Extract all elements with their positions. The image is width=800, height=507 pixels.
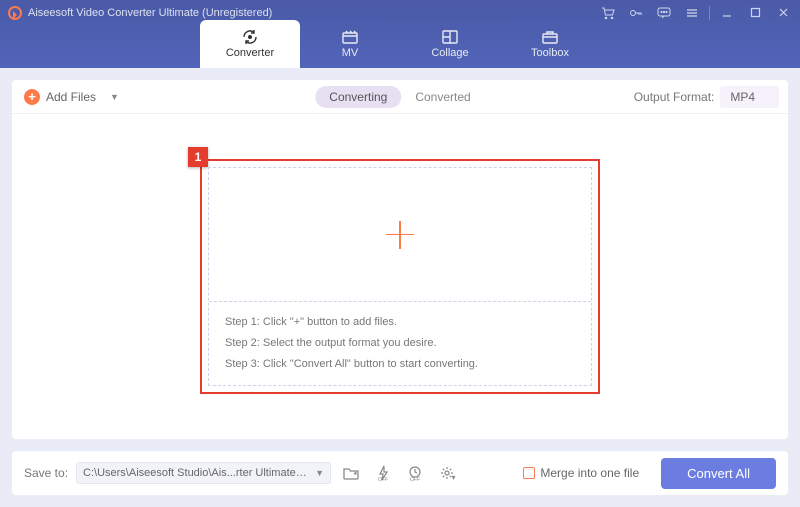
open-folder-button[interactable] (339, 462, 363, 484)
add-files-label: Add Files (46, 90, 96, 104)
toolbox-icon (541, 29, 559, 45)
titlebar: Aiseesoft Video Converter Ultimate (Unre… (0, 0, 800, 68)
tab-label: Collage (431, 47, 468, 59)
bottom-bar: Save to: C:\Users\Aiseesoft Studio\Ais..… (12, 451, 788, 495)
status-tabs: Converting Converted (315, 86, 484, 108)
step-1: Step 1: Click "+" button to add files. (225, 312, 575, 333)
output-format-label: Output Format: (634, 90, 715, 104)
dashed-dropzone: Step 1: Click "+" button to add files. S… (208, 167, 592, 386)
save-path-select[interactable]: C:\Users\Aiseesoft Studio\Ais...rter Ult… (76, 462, 331, 484)
annotation-box: 1 Step 1: Click "+" button to add files.… (200, 159, 600, 394)
tab-label: Converter (226, 47, 274, 59)
close-icon[interactable] (776, 6, 790, 20)
mv-icon (341, 29, 359, 45)
save-to-label: Save to: (24, 466, 68, 480)
annotation-badge: 1 (188, 147, 208, 167)
cart-icon[interactable] (601, 6, 615, 20)
content-panel: + Add Files ▼ Converting Converted Outpu… (12, 80, 788, 439)
hw-accel-button[interactable]: OFF (371, 462, 395, 484)
settings-button[interactable]: ▾ (435, 462, 459, 484)
high-speed-button[interactable]: OFF (403, 462, 427, 484)
svg-text:OFF: OFF (378, 477, 388, 481)
converter-icon (241, 29, 259, 45)
instructions: Step 1: Click "+" button to add files. S… (209, 302, 591, 385)
tab-collage[interactable]: Collage (400, 20, 500, 68)
main-tabs: Converter MV Collage Toolbox (0, 20, 800, 68)
output-format-select[interactable]: MP4 (720, 86, 779, 108)
maximize-icon[interactable] (748, 6, 762, 20)
menu-icon[interactable] (685, 6, 699, 20)
feedback-icon[interactable] (657, 6, 671, 20)
step-3: Step 3: Click "Convert All" button to st… (225, 354, 575, 375)
main-area: + Add Files ▼ Converting Converted Outpu… (0, 68, 800, 507)
add-files-button[interactable]: + Add Files ▼ (24, 89, 119, 105)
toolbar: + Add Files ▼ Converting Converted Outpu… (12, 80, 788, 114)
checkbox-icon (523, 467, 535, 479)
tab-toolbox[interactable]: Toolbox (500, 20, 600, 68)
convert-all-button[interactable]: Convert All (661, 458, 776, 489)
chevron-down-icon: ▼ (110, 92, 119, 102)
step-2: Step 2: Select the output format you des… (225, 333, 575, 354)
tab-converter[interactable]: Converter (200, 20, 300, 68)
tab-mv[interactable]: MV (300, 20, 400, 68)
merge-label: Merge into one file (540, 466, 639, 480)
save-path-value: C:\Users\Aiseesoft Studio\Ais...rter Ult… (83, 467, 309, 479)
minimize-icon[interactable] (720, 6, 734, 20)
merge-checkbox[interactable]: Merge into one file (523, 466, 639, 480)
key-icon[interactable] (629, 6, 643, 20)
tab-label: MV (342, 47, 359, 59)
add-files-dropzone[interactable] (209, 168, 591, 302)
plus-icon (386, 221, 414, 249)
divider (709, 6, 710, 20)
tab-converting[interactable]: Converting (315, 86, 401, 108)
tab-label: Toolbox (531, 47, 569, 59)
app-logo-icon (8, 6, 22, 20)
chevron-down-icon: ▼ (315, 468, 324, 478)
collage-icon (441, 29, 459, 45)
drop-area: 1 Step 1: Click "+" button to add files.… (12, 114, 788, 439)
plus-icon: + (24, 89, 40, 105)
svg-text:OFF: OFF (410, 477, 420, 481)
tab-converted[interactable]: Converted (401, 86, 484, 108)
window-title: Aiseesoft Video Converter Ultimate (Unre… (28, 7, 601, 19)
